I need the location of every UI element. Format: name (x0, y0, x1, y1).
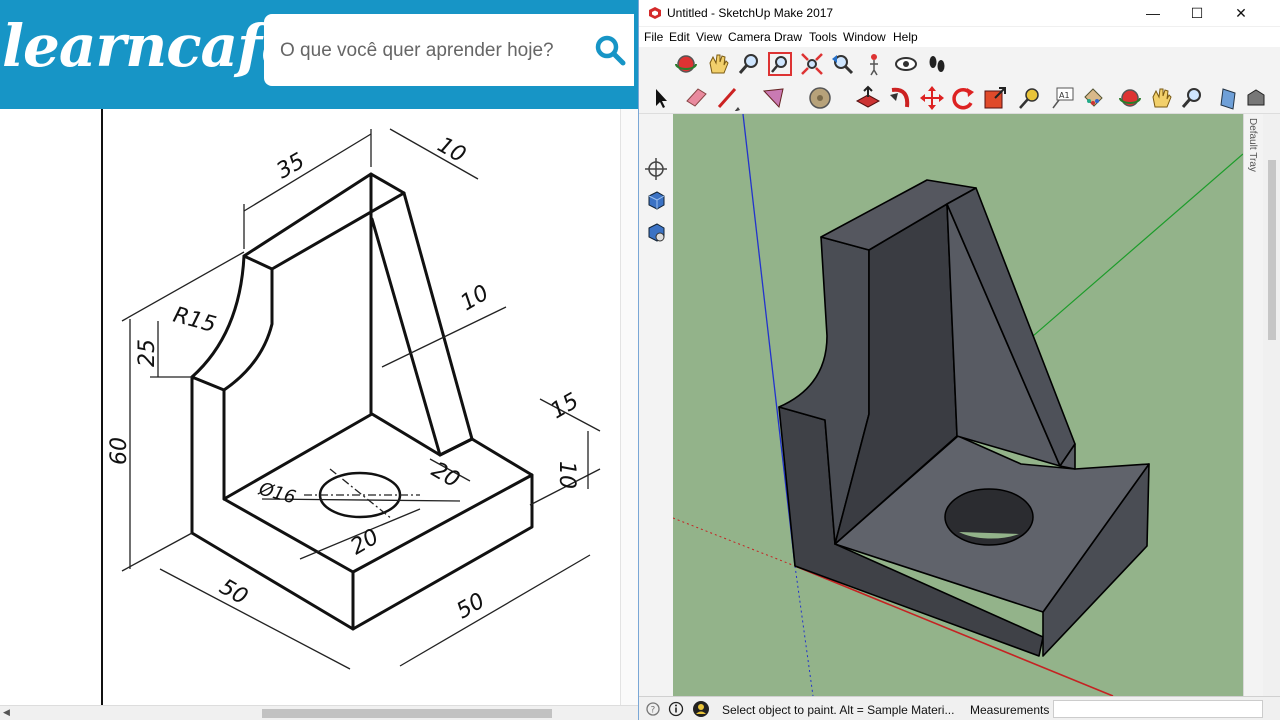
menu-view[interactable]: View (696, 30, 722, 44)
warehouse-icon[interactable] (643, 220, 669, 246)
menu-tools[interactable]: Tools (809, 30, 837, 44)
blue-axis-dotted (794, 565, 814, 696)
learncafe-logo[interactable]: learncafe (2, 12, 298, 80)
tray-label[interactable]: Default Tray (1247, 118, 1258, 172)
look-around-icon[interactable] (893, 51, 919, 77)
close-button[interactable]: ✕ (1219, 0, 1263, 26)
dim-label: 60 (107, 437, 132, 465)
paint-bucket-icon[interactable] (1080, 85, 1106, 111)
dim-label: 20 (347, 525, 384, 561)
pan-icon[interactable] (705, 51, 731, 77)
technical-drawing: 35 10 10 R15 25 60 15 10 Ø16 20 20 50 50 (0, 109, 638, 705)
green-axis (1002, 153, 1243, 363)
orbit-icon[interactable] (1117, 85, 1143, 111)
menu-draw[interactable]: Draw (774, 30, 802, 44)
position-camera-icon[interactable] (861, 51, 887, 77)
menu-file[interactable]: File (644, 30, 663, 44)
dim-label: 10 (457, 281, 494, 317)
dim-label: 50 (453, 589, 490, 625)
tape-measure-icon[interactable] (1017, 85, 1043, 111)
geo-location-icon[interactable]: ? (645, 701, 661, 717)
status-message: Select object to paint. Alt = Sample Mat… (722, 703, 955, 717)
zoom-icon[interactable] (736, 51, 762, 77)
side-toolbar (639, 114, 673, 696)
push-pull-icon[interactable] (855, 85, 881, 111)
screen: learncafe O que você quer aprender hoje?… (0, 0, 1280, 720)
measurements-input[interactable] (1053, 700, 1263, 718)
window-title: Untitled - SketchUp Make 2017 (667, 6, 834, 20)
status-bar: ? Select object to paint. Alt = Sample M… (639, 696, 1280, 720)
zoom-extents-icon[interactable] (799, 51, 825, 77)
measurements-label: Measurements (970, 703, 1050, 717)
scroll-left-icon[interactable]: ◀ (3, 707, 10, 718)
sketchup-logo-icon (649, 7, 661, 19)
dim-label: 10 (433, 133, 470, 169)
blue-axis (742, 114, 796, 567)
rotate-icon[interactable] (950, 85, 976, 111)
title-bar: Untitled - SketchUp Make 2017 — ☐ ✕ (639, 0, 1280, 26)
pan-icon[interactable] (1148, 85, 1174, 111)
page-edge (620, 109, 638, 705)
dim-label: 35 (273, 149, 310, 185)
zoom-window-icon[interactable] (767, 51, 793, 77)
default-tray[interactable]: Default Tray (1243, 114, 1263, 696)
camera-toolbar (639, 47, 1280, 81)
walk-icon[interactable] (924, 51, 950, 77)
dim-label: R15 (170, 303, 218, 338)
follow-me-icon[interactable] (887, 85, 913, 111)
menu-edit[interactable]: Edit (669, 30, 690, 44)
section-icon[interactable] (1217, 85, 1243, 111)
menu-help[interactable]: Help (893, 30, 918, 44)
arc-icon[interactable] (761, 85, 787, 111)
isometric-drawing: 35 10 10 R15 25 60 15 10 Ø16 20 20 50 50 (101, 109, 601, 705)
learncafe-header: learncafe (0, 0, 638, 109)
horizontal-scrollbar[interactable]: ◀ (0, 705, 638, 720)
search-input[interactable] (280, 36, 580, 66)
browser-pane: learncafe O que você quer aprender hoje?… (0, 0, 638, 720)
dim-label: 50 (215, 575, 252, 611)
previous-view-icon[interactable] (830, 51, 856, 77)
zoom-icon[interactable] (1179, 85, 1205, 111)
user-account-icon[interactable] (692, 700, 710, 718)
component-icon[interactable] (643, 188, 669, 214)
info-icon[interactable] (668, 701, 684, 717)
red-axis-dotted (673, 517, 796, 567)
search-icon[interactable] (594, 34, 626, 66)
svg-text:?: ? (651, 706, 656, 716)
eraser-icon[interactable] (683, 84, 709, 110)
move-icon[interactable] (919, 85, 945, 111)
warehouse-icon[interactable] (1243, 85, 1269, 111)
select-icon[interactable] (647, 85, 673, 111)
shape-icon[interactable] (807, 85, 833, 111)
scale-icon[interactable] (982, 85, 1008, 111)
sketchup-window: Untitled - SketchUp Make 2017 — ☐ ✕ File… (638, 0, 1280, 720)
line-icon[interactable] (715, 85, 741, 111)
scrollbar-thumb[interactable] (262, 709, 552, 718)
vertical-scrollbar[interactable] (1263, 114, 1280, 696)
menu-bar: File Edit View Camera Draw Tools Window … (639, 27, 1280, 47)
orbit-icon[interactable] (673, 51, 699, 77)
maximize-button[interactable]: ☐ (1175, 0, 1219, 26)
scrollbar-thumb[interactable] (1268, 160, 1276, 340)
dim-label: Ø16 (256, 478, 298, 508)
text-icon[interactable]: A1 (1049, 85, 1075, 111)
menu-window[interactable]: Window (843, 30, 886, 44)
search-box[interactable] (264, 14, 634, 86)
menu-camera[interactable]: Camera (728, 30, 771, 44)
3d-model (673, 114, 1243, 696)
dim-label: 10 (554, 461, 579, 489)
svg-text:A1: A1 (1059, 91, 1070, 100)
main-toolbar: A1 (639, 81, 1280, 114)
dim-label: 20 (427, 458, 464, 494)
minimize-button[interactable]: — (1131, 0, 1175, 26)
model-viewport[interactable] (673, 114, 1243, 696)
axes-icon[interactable] (643, 156, 669, 182)
dim-label: 25 (135, 339, 160, 367)
